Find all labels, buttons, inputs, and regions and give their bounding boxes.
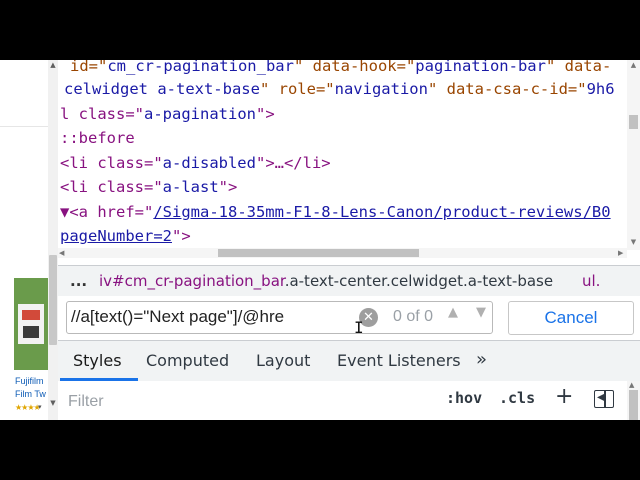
attr-value: cm_cr-pagination_bar [107,60,294,75]
scroll-down-icon[interactable]: ▼ [49,399,57,407]
attr-text: " data-csa-c-id=" [427,80,587,98]
tab-layout[interactable]: Layout [256,341,310,381]
product-box-print [23,326,39,338]
cls-button[interactable]: .cls [499,389,535,407]
scroll-up-icon[interactable]: ▲ [629,381,634,389]
elements-vertical-scrollbar[interactable]: ▲ ▼ [627,60,640,250]
divider [0,126,48,127]
sidebar-toggle-icon[interactable]: ◀ [594,390,614,408]
dom-line[interactable]: celwidget a-text-base" role="navigation"… [64,77,615,101]
add-rule-button[interactable]: + [555,384,573,409]
breadcrumb-classes: .a-text-center.celwidget.a-text-base [284,272,554,290]
tag-text: <li class=" [60,178,163,196]
search-box: ✕ 0 of 0 ▲ ▼ I [66,301,493,337]
search-bar: ✕ 0 of 0 ▲ ▼ I Cancel [58,296,640,338]
scroll-left-icon[interactable]: ◀ [59,248,64,258]
more-tabs-icon[interactable]: » [476,341,487,379]
attr-value: a-last [162,178,219,196]
tag-text: "> [255,105,275,123]
scroll-up-icon[interactable]: ▲ [49,61,57,69]
scroll-right-icon[interactable]: ▶ [618,248,623,258]
match-count: 0 of 0 [393,308,434,325]
chevron-down-icon[interactable]: ▼ [476,305,486,320]
page-scrollbar-thumb[interactable] [49,255,57,345]
attr-value: a-pagination [144,105,256,123]
breadcrumb-item[interactable]: ul. [582,266,600,296]
dom-line[interactable]: <li class="a-disabled">…</li> [60,151,331,175]
tab-computed[interactable]: Computed [146,341,229,381]
hov-button[interactable]: :hov [446,389,482,407]
product-image[interactable] [14,278,48,370]
elements-panel: id="cm_cr-pagination_bar" data-hook="pag… [58,60,640,250]
rating-caret-icon[interactable]: ▾ [38,403,42,411]
breadcrumb-tag: iv#cm_cr-pagination_bar [99,272,285,290]
styles-tabbar: Styles Computed Layout Event Listeners » [58,340,640,382]
href-link[interactable]: pageNumber=2 [60,227,172,245]
styles-scrollbar[interactable]: ▲ [627,381,640,420]
devtools-screen: Fujifilm Film Tw ★★★★ ▾ ▲ ▼ id="cm_cr-pa… [0,60,640,420]
pseudo-element: ::before [60,129,135,147]
scroll-up-icon[interactable]: ▲ [629,61,638,69]
filter-input[interactable] [66,389,390,415]
breadcrumb-item[interactable]: iv#cm_cr-pagination_bar.a-text-center.ce… [99,266,553,296]
text-cursor-icon: I [354,318,364,337]
attr-value: 9h6 [586,80,615,98]
search-input[interactable] [71,304,301,330]
product-box-logo [22,310,40,320]
chevron-up-icon[interactable]: ▲ [448,305,458,320]
filter-bar: :hov .cls + ◀ ▲ [58,381,640,420]
dom-line-selected[interactable]: ▼<a href="/Sigma-18-35mm-F1-8-Lens-Canon… [60,200,611,224]
attr-text: " data- [545,60,612,75]
attr-value: celwidget a-text-base [64,80,260,98]
cancel-button[interactable]: Cancel [508,301,634,335]
dom-line[interactable]: id="cm_cr-pagination_bar" data-hook="pag… [70,60,611,78]
tab-styles[interactable]: Styles [73,341,122,381]
attr-value: a-disabled [162,154,256,172]
href-link[interactable]: /Sigma-18-35mm-F1-8-Lens-Canon/product-r… [153,203,610,221]
tag-text: "> [171,227,191,245]
arrow-left-icon: ◀ [597,392,605,403]
styles-scrollbar-thumb[interactable] [629,390,638,420]
product-title-line2[interactable]: Film Tw [15,389,47,399]
product-title-line1[interactable]: Fujifilm [15,376,47,386]
page-strip: Fujifilm Film Tw ★★★★ ▾ [0,60,49,420]
attr-value: pagination-bar [415,60,546,75]
dom-line[interactable]: <li class="a-last"> [60,175,237,199]
breadcrumb: ... iv#cm_cr-pagination_bar.a-text-cente… [58,265,640,297]
tab-event-listeners[interactable]: Event Listeners [337,341,461,381]
tag-text: ">…</li> [255,154,331,172]
elements-hscroll-thumb[interactable] [218,249,419,257]
tag-text: "> [218,178,238,196]
breadcrumb-overflow[interactable]: ... [70,266,87,296]
scroll-down-icon[interactable]: ▼ [629,238,638,246]
rating-stars: ★★★★ [15,403,41,412]
elements-horizontal-scrollbar[interactable]: ◀ ▶ [58,248,627,258]
tag-text: ▼<a href=" [60,203,154,221]
tag-text: l class=" [60,105,144,123]
tag-text: <li class=" [60,154,163,172]
attr-value: navigation [334,80,428,98]
attr-text: " data-hook=" [293,60,416,75]
page-scrollbar[interactable]: ▲ ▼ [48,60,58,420]
attr-text: id=" [70,60,108,75]
dom-line[interactable]: pageNumber=2"> [60,224,191,248]
attr-text: " role=" [259,80,335,98]
elements-scrollbar-thumb[interactable] [629,115,638,129]
dom-line[interactable]: l class="a-pagination"> [60,102,275,126]
dom-line[interactable]: ::before [60,126,135,150]
